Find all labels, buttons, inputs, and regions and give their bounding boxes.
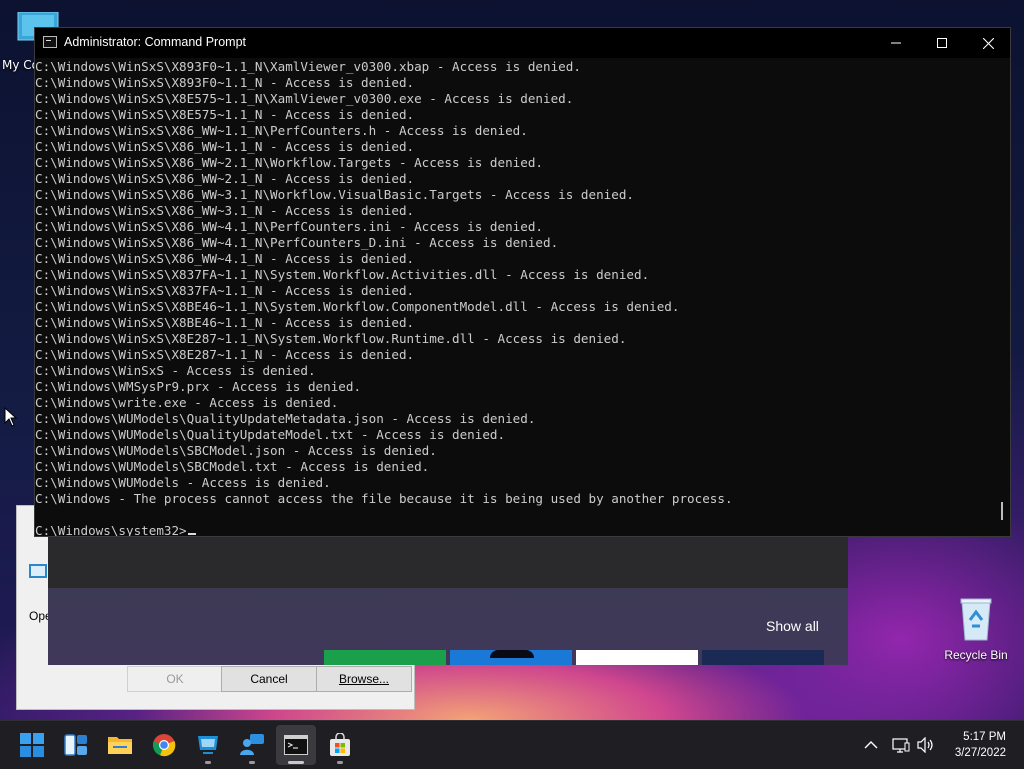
console-line: C:\Windows\WinSxS\X86_WW~1.1_N\PerfCount… [35, 123, 528, 138]
window-title: Administrator: Command Prompt [64, 35, 247, 49]
cancel-button[interactable]: Cancel [221, 666, 317, 692]
minimize-icon [891, 42, 901, 44]
maximize-icon [937, 38, 947, 48]
tray-network[interactable] [892, 721, 910, 769]
console-line: C:\Windows\WinSxS\X86_WW~4.1_N\PerfCount… [35, 235, 559, 250]
network-icon [892, 738, 910, 753]
console-line: C:\Windows\WinSxS\X8BE46~1.1_N\System.Wo… [35, 299, 680, 314]
show-all-link[interactable]: Show all [766, 618, 819, 634]
console-line: C:\Windows\WinSxS\X86_WW~3.1_N\Workflow.… [35, 187, 634, 202]
console-prompt: C:\Windows\system32> [35, 523, 187, 536]
widgets-icon [64, 734, 87, 756]
start-button[interactable] [12, 725, 52, 765]
console-line: C:\Windows\WUModels\QualityUpdateModel.t… [35, 427, 506, 442]
people-app-button[interactable] [232, 725, 272, 765]
console-line: C:\Windows\WUModels\SBCModel.txt - Acces… [35, 459, 430, 474]
console-line: C:\Windows\WinSxS\X8E287~1.1_N\System.Wo… [35, 331, 627, 346]
store-button[interactable] [320, 725, 360, 765]
browse-button[interactable]: Browse... [316, 666, 412, 692]
store-bag-icon [330, 733, 350, 756]
console-line: C:\Windows\WinSxS\X8E575~1.1_N\XamlViewe… [35, 91, 574, 106]
close-icon [982, 37, 994, 49]
tray-volume[interactable] [917, 721, 935, 769]
running-indicator [288, 761, 304, 764]
console-line: C:\Windows\WinSxS\X86_WW~2.1_N\Workflow.… [35, 155, 543, 170]
console-output[interactable]: C:\Windows\WinSxS\X893F0~1.1_N\XamlViewe… [35, 59, 1001, 536]
text-cursor [187, 533, 196, 535]
maximize-button[interactable] [919, 28, 965, 58]
chevron-up-icon [864, 741, 878, 749]
people-icon [240, 734, 264, 755]
desktop-icon-label: Recycle Bin [944, 648, 1008, 662]
console-line: C:\Windows\WUModels\SBCModel.json - Acce… [35, 443, 437, 458]
panel-tile[interactable] [450, 650, 572, 665]
console-line: C:\Windows\WMSysPr9.prx - Access is deni… [35, 379, 362, 394]
panel-tile[interactable] [702, 650, 824, 665]
mouse-cursor-icon [4, 407, 18, 427]
remote-app-button[interactable] [188, 725, 228, 765]
console-line: C:\Windows\write.exe - Access is denied. [35, 395, 339, 410]
window-titlebar[interactable]: Administrator: Command Prompt [35, 28, 1010, 58]
command-prompt-window[interactable]: Administrator: Command Prompt C:\Windows… [34, 27, 1011, 537]
close-button[interactable] [965, 28, 1011, 58]
ok-button[interactable]: OK [127, 666, 223, 692]
widgets-button[interactable] [56, 725, 96, 765]
console-line: C:\Windows\WinSxS\X86_WW~1.1_N - Access … [35, 139, 415, 154]
minimize-button[interactable] [873, 28, 919, 58]
console-prompt-line[interactable]: C:\Windows\system32> [35, 523, 1001, 536]
console-line: C:\Windows\WinSxS - Access is denied. [35, 363, 316, 378]
windows-logo-icon [20, 733, 44, 757]
monitor-icon [198, 736, 218, 754]
cmd-app-icon [43, 36, 57, 48]
console-line: C:\Windows\WUModels - Access is denied. [35, 475, 331, 490]
command-prompt-button[interactable] [276, 725, 316, 765]
console-line: C:\Windows\WinSxS\X837FA~1.1_N\System.Wo… [35, 267, 650, 282]
panel-tile[interactable] [576, 650, 698, 665]
console-scrollbar-thumb[interactable] [1001, 502, 1003, 520]
console-line: C:\Windows\WinSxS\X8E287~1.1_N - Access … [35, 347, 415, 362]
console-line: C:\Windows\WinSxS\X86_WW~4.1_N\PerfCount… [35, 219, 543, 234]
console-line: C:\Windows - The process cannot access t… [35, 491, 733, 506]
running-indicator [205, 761, 211, 764]
console-line: C:\Windows\WinSxS\X86_WW~2.1_N - Access … [35, 171, 415, 186]
file-explorer-button[interactable] [100, 725, 140, 765]
clock-time: 5:17 PM [963, 731, 1006, 743]
terminal-icon [284, 735, 308, 755]
taskbar: 5:17 PM 3/27/2022 [0, 720, 1024, 769]
recycle-bin-icon [960, 598, 992, 641]
run-app-icon [29, 564, 47, 578]
chrome-icon [152, 734, 176, 757]
console-line: C:\Windows\WinSxS\X86_WW~3.1_N - Access … [35, 203, 415, 218]
volume-icon [917, 737, 933, 753]
console-line: C:\Windows\WinSxS\X893F0~1.1_N - Access … [35, 75, 415, 90]
clock-date: 3/27/2022 [954, 747, 1006, 759]
running-indicator [337, 761, 343, 764]
start-panel: Show all [48, 536, 848, 665]
console-line: C:\Windows\WinSxS\X8E575~1.1_N - Access … [35, 107, 415, 122]
console-line: C:\Windows\WUModels\QualityUpdateMetadat… [35, 411, 536, 426]
tray-clock[interactable]: 5:17 PM 3/27/2022 [955, 729, 1006, 761]
console-line: C:\Windows\WinSxS\X8BE46~1.1_N - Access … [35, 315, 415, 330]
console-line: C:\Windows\WinSxS\X86_WW~4.1_N - Access … [35, 251, 415, 266]
desktop-icon-recycle-bin[interactable]: Recycle Bin [940, 596, 1012, 662]
console-line: C:\Windows\WinSxS\X893F0~1.1_N\XamlViewe… [35, 59, 581, 74]
folder-icon [108, 737, 132, 754]
running-indicator [249, 761, 255, 764]
chrome-button[interactable] [144, 725, 184, 765]
tray-chevron[interactable] [864, 721, 878, 769]
console-line: C:\Windows\WinSxS\X837FA~1.1_N - Access … [35, 283, 415, 298]
panel-tile[interactable] [324, 650, 446, 665]
